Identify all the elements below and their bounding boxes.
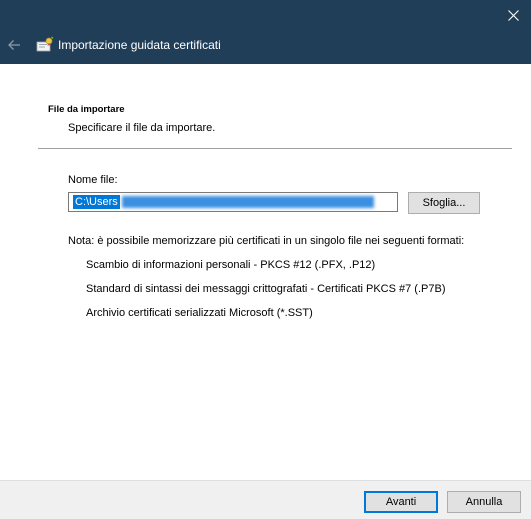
window-title: Importazione guidata certificati [58,38,221,52]
title-bar: Importazione guidata certificati [0,0,531,64]
browse-button[interactable]: Sfoglia... [408,192,480,214]
file-name-value: C:\Users [73,195,120,209]
formats-note: Nota: è possibile memorizzare più certif… [68,235,465,247]
certificate-wizard-icon [36,36,54,52]
back-button[interactable] [4,35,24,55]
redacted-path [121,196,374,208]
next-button[interactable]: Avanti [364,491,438,513]
section-subheading: Specificare il file da importare. [68,122,216,134]
file-name-input[interactable]: C:\Users [68,192,398,212]
format-item-p7b: Standard di sintassi dei messaggi critto… [86,283,446,295]
wizard-content: File da importare Specificare il file da… [0,64,531,480]
footer-bar: Avanti Annulla [0,480,531,519]
close-button[interactable] [495,0,531,30]
back-arrow-icon [8,40,20,50]
divider [38,148,512,149]
file-name-label: Nome file: [68,174,118,186]
section-heading: File da importare [48,104,125,115]
format-item-sst: Archivio certificati serializzati Micros… [86,307,313,319]
format-item-pfx: Scambio di informazioni personali - PKCS… [86,259,376,271]
cancel-button[interactable]: Annulla [447,491,521,513]
close-icon [507,9,519,21]
